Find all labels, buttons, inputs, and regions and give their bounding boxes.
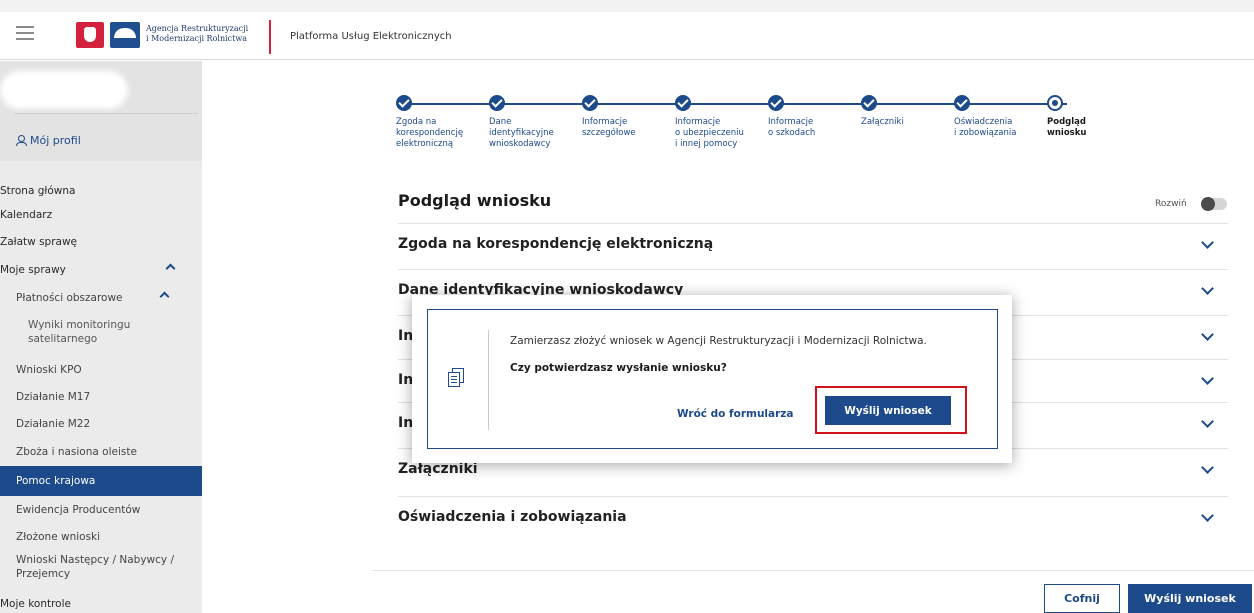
chevron-up-icon [165, 263, 176, 274]
step-label: Załączniki [861, 117, 904, 127]
step-label: Oświadczenia i zobowiązania [954, 117, 1017, 138]
expand-toggle[interactable] [1201, 197, 1227, 211]
my-profile-link[interactable]: Mój profil [16, 134, 81, 147]
poland-emblem-logo [76, 22, 104, 48]
sidebar-item-label: Załatw sprawę [0, 236, 78, 248]
header-divider [269, 20, 271, 54]
sidebar-item-home[interactable]: Strona główna [0, 181, 202, 201]
sidebar-item-label: Ewidencja Producentów [16, 504, 141, 516]
profile-block: Mój profil [0, 61, 202, 161]
accordion-consent[interactable]: Zgoda na korespondencję elektroniczną [398, 223, 1228, 269]
sidebar-item-label: Pomoc krajowa [16, 475, 96, 487]
sidebar-item-label: Kalendarz [0, 209, 53, 221]
check-icon [396, 95, 412, 111]
sidebar-item-label: Złożone wnioski [16, 531, 101, 543]
sidebar-item-label: Wnioski Następcy / Nabywcy / Przejemcy [16, 554, 175, 580]
sidebar-item-label: Strona główna [0, 185, 76, 197]
sidebar-item-producer-registry[interactable]: Ewidencja Producentów [0, 500, 202, 520]
back-button[interactable]: Cofnij [1044, 584, 1120, 613]
chevron-down-icon[interactable] [1201, 328, 1214, 341]
accordion-label: Zgoda na korespondencję elektroniczną [398, 236, 714, 252]
dialog-question: Czy potwierdzasz wysłanie wniosku? [510, 362, 727, 374]
sidebar-item-label: Działanie M22 [16, 418, 91, 430]
check-icon [861, 95, 877, 111]
sidebar-item-my-inspections[interactable]: Moje kontrole [0, 596, 202, 613]
step-label: Informacje szczegółowe [582, 117, 636, 138]
sidebar-item-label: Zboża i nasiona oleiste [16, 446, 137, 458]
confirm-dialog: Zamierzasz złożyć wniosek w Agencji Rest… [412, 295, 1012, 463]
accordion-label: In [398, 372, 414, 388]
sidebar-item-kpo[interactable]: Wnioski KPO [0, 360, 202, 380]
radio-current-icon [1047, 95, 1063, 111]
sidebar-item-successors[interactable]: Wnioski Następcy / Nabywcy / Przejemcy [0, 553, 180, 587]
sidebar-item-handle-case[interactable]: Załatw sprawę [0, 232, 202, 252]
step-label: Podgląd wniosku [1047, 117, 1087, 138]
logo-line-2: i Modernizacji Rolnictwa [146, 34, 247, 43]
expand-label: Rozwiń [1155, 199, 1187, 209]
check-icon [954, 95, 970, 111]
chevron-up-icon [159, 291, 170, 302]
sidebar-item-label: Płatności obszarowe [16, 292, 123, 304]
footer-divider [372, 570, 1254, 571]
check-icon [768, 95, 784, 111]
header: Agencja Restrukturyzacji i Modernizacji … [0, 12, 1254, 60]
step-label: Dane identyfikacyjne wnioskodawcy [489, 117, 554, 149]
logo-text: Agencja Restrukturyzacji i Modernizacji … [146, 24, 248, 44]
chevron-down-icon[interactable] [1201, 236, 1214, 249]
logo-line-1: Agencja Restrukturyzacji [146, 24, 249, 33]
confirm-send-button[interactable]: Wyślij wniosek [825, 396, 951, 425]
check-icon [675, 95, 691, 111]
chevron-down-icon[interactable] [1201, 461, 1214, 474]
sidebar-item-my-cases[interactable]: Moje sprawy [0, 260, 202, 280]
arimr-logo[interactable] [110, 22, 140, 48]
sidebar-item-label: Wnioski KPO [16, 364, 82, 376]
step-label: Zgoda na korespondencję elektroniczną [396, 117, 464, 149]
send-application-button[interactable]: Wyślij wniosek [1128, 584, 1252, 613]
dialog-divider [488, 330, 489, 430]
check-icon [489, 95, 505, 111]
profile-divider [14, 113, 198, 114]
sidebar-item-label: Wyniki monitoringu satelitarnego [28, 319, 131, 345]
redacted-user-name [4, 75, 124, 105]
accordion-label: Oświadczenia i zobowiązania [398, 509, 627, 525]
sidebar-item-national-aid[interactable]: Pomoc krajowa [0, 466, 202, 496]
my-profile-label: Mój profil [30, 134, 81, 147]
hamburger-menu-icon[interactable] [16, 26, 34, 42]
person-icon [16, 135, 27, 146]
platform-title: Platforma Usług Elektronicznych [290, 31, 452, 42]
step-label: Informacje o szkodach [768, 117, 816, 138]
sidebar-item-m22[interactable]: Działanie M22 [0, 414, 202, 434]
sidebar-item-area-payments[interactable]: Płatności obszarowe [0, 288, 202, 308]
return-to-form-link[interactable]: Wróć do formularza [677, 408, 794, 420]
sidebar-item-submitted[interactable]: Złożone wnioski [0, 527, 202, 547]
accordion-label: In [398, 415, 414, 431]
chevron-down-icon[interactable] [1201, 372, 1214, 385]
dialog-frame: Zamierzasz złożyć wniosek w Agencji Rest… [427, 309, 998, 449]
accordion-label: Załączniki [398, 461, 478, 477]
sidebar-item-label: Moje kontrole [0, 598, 71, 610]
sidebar-item-grains[interactable]: Zboża i nasiona oleiste [0, 442, 202, 462]
page-title: Podgląd wniosku [398, 191, 552, 210]
chevron-down-icon[interactable] [1201, 509, 1214, 522]
accordion-label: In [398, 328, 414, 344]
chevron-down-icon[interactable] [1201, 415, 1214, 428]
sidebar-item-label: Moje sprawy [0, 264, 66, 276]
documents-icon [448, 368, 466, 388]
step-label: Informacje o ubezpieczeniu i innej pomoc… [675, 117, 744, 149]
accordion-declarations[interactable]: Oświadczenia i zobowiązania [398, 496, 1228, 542]
dialog-message: Zamierzasz złożyć wniosek w Agencji Rest… [510, 335, 927, 347]
top-strip [0, 0, 1254, 12]
check-icon [582, 95, 598, 111]
sidebar-item-satellite-monitoring[interactable]: Wyniki monitoringu satelitarnego [0, 318, 190, 352]
sidebar-item-label: Działanie M17 [16, 391, 91, 403]
chevron-down-icon[interactable] [1201, 282, 1214, 295]
app-window: Agencja Restrukturyzacji i Modernizacji … [0, 0, 1254, 613]
sidebar-item-m17[interactable]: Działanie M17 [0, 387, 202, 407]
sidebar-item-calendar[interactable]: Kalendarz [0, 205, 202, 225]
